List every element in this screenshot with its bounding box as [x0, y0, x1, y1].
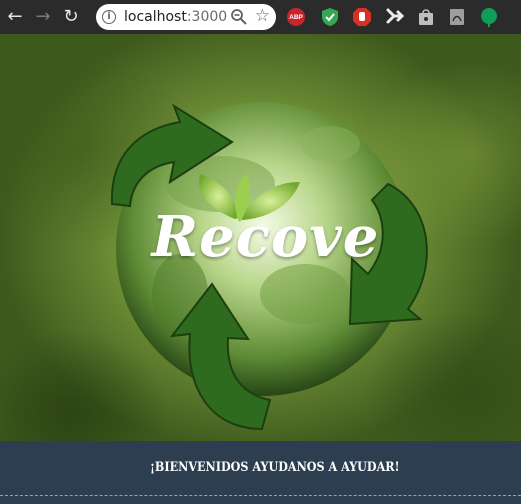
adblock-plus-icon[interactable]: ABP	[287, 8, 305, 26]
hero-banner: Recove	[0, 34, 521, 441]
brand-wordmark: Recove	[151, 204, 380, 270]
dashed-divider	[0, 495, 521, 496]
url-host: localhost	[124, 9, 187, 25]
browser-toolbar: ← → ↻ i localhost:3000 ☆ ABP	[0, 0, 521, 34]
continent-d	[300, 126, 360, 162]
reload-icon: ↻	[63, 6, 79, 27]
zoom-icon[interactable]	[230, 8, 248, 26]
stop-hand-icon[interactable]	[352, 7, 372, 27]
address-bar[interactable]: i localhost:3000 ☆	[96, 4, 276, 30]
leaf-extension-icon[interactable]	[479, 7, 499, 27]
puzzle-extension-icon[interactable]	[385, 7, 405, 27]
shield-check-icon[interactable]	[320, 7, 340, 27]
continent-b	[260, 264, 350, 324]
bookmark-star-icon[interactable]: ☆	[255, 6, 270, 26]
forward-arrow-icon: →	[35, 6, 51, 27]
url-port: :3000	[186, 9, 228, 25]
forward-button[interactable]: →	[30, 4, 56, 30]
info-icon[interactable]: i	[102, 10, 116, 24]
pdf-icon[interactable]	[447, 7, 467, 27]
shopping-bag-icon[interactable]	[416, 7, 436, 27]
back-button[interactable]: ←	[2, 4, 28, 30]
reload-button[interactable]: ↻	[58, 4, 84, 30]
back-arrow-icon: ←	[7, 6, 23, 27]
welcome-message: ¡BIENVENIDOS AYUDANOS A AYUDAR!	[150, 460, 400, 475]
adblock-label: ABP	[289, 13, 303, 21]
url-text[interactable]: localhost:3000	[124, 9, 227, 25]
welcome-bar: ¡BIENVENIDOS AYUDANOS A AYUDAR!	[0, 441, 521, 504]
